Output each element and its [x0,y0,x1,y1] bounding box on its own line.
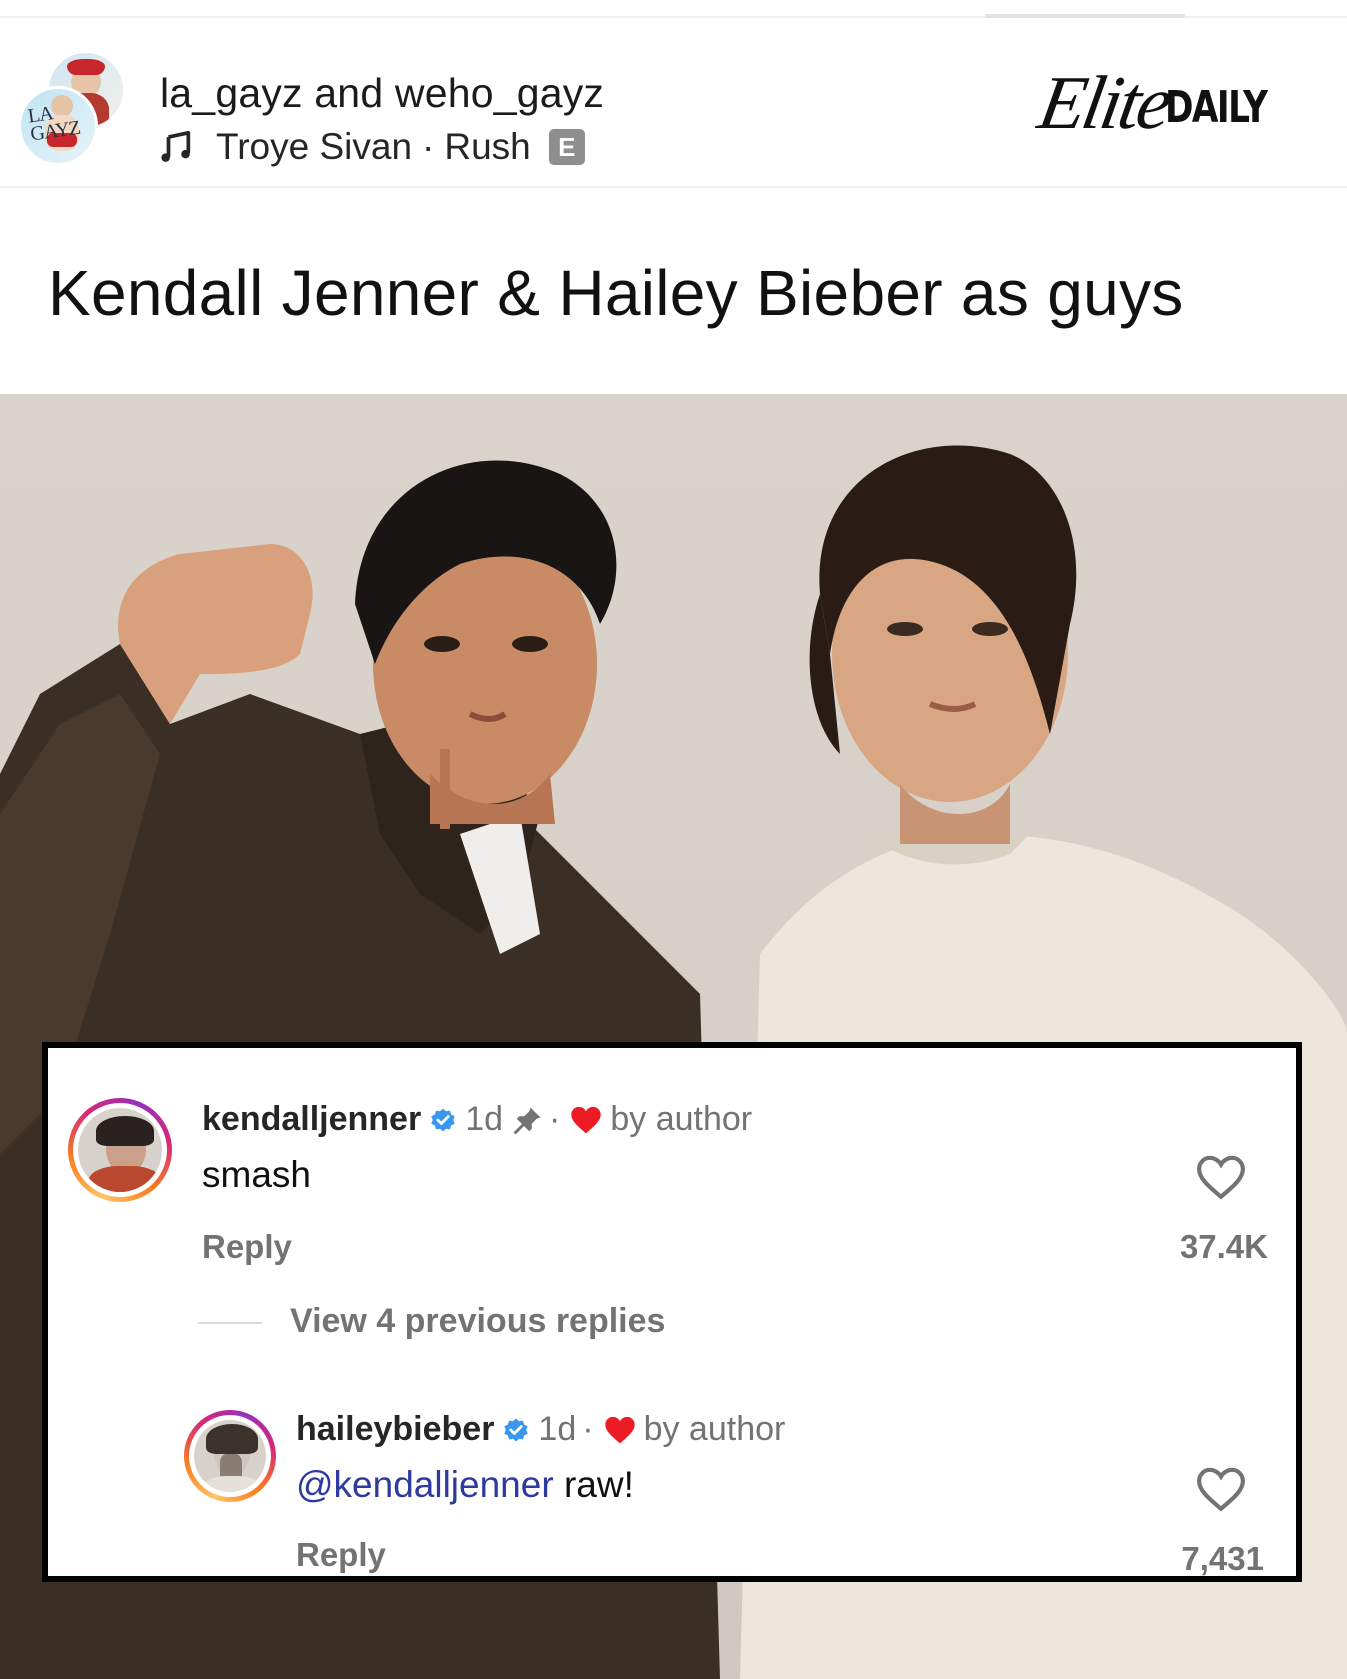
meta-separator: · [582,1410,594,1448]
audio-attribution[interactable]: Troye Sivan · Rush E [160,126,585,168]
reply-button[interactable]: Reply [202,1228,292,1266]
comment-time: 1d [465,1100,504,1138]
liked-by-author: by author [610,1100,753,1138]
post-header: LA GAYZ la_gayz and weho_gayz Troye Siva… [0,18,1347,188]
comment-thread-overlay: kendalljenner 1d · by author smash Reply… [42,1042,1302,1582]
audio-track: Rush [444,126,531,167]
view-previous-replies[interactable]: View 4 previous replies [290,1302,665,1341]
music-note-icon [161,130,191,162]
verified-icon [504,1418,529,1441]
audio-separator: · [422,126,435,167]
like-outline-icon[interactable] [1196,1154,1246,1200]
meta-separator: · [549,1100,561,1138]
avatar-logo-text: LA GAYZ [26,102,82,146]
liked-by-author: by author [643,1410,786,1448]
comment-body: raw! [553,1464,634,1505]
logo-daily-text: DAILY [1165,82,1268,133]
comment-text: smash [202,1154,311,1195]
post-caption: Kendall Jenner & Hailey Bieber as guys [48,257,1184,329]
collab-avatars[interactable]: LA GAYZ [18,50,128,166]
verified-icon [431,1108,455,1131]
comment-text: @kendalljenner raw! [296,1464,634,1506]
mention-link[interactable]: @kendalljenner [296,1464,554,1505]
post-account-names[interactable]: la_gayz and weho_gayz [160,70,604,117]
comment-meta-1: kendalljenner 1d · by author [202,1100,752,1139]
comment-username[interactable]: haileybieber [296,1410,494,1449]
reply-button[interactable]: Reply [296,1536,386,1574]
comment-meta-2: haileybieber 1d · by author [296,1410,785,1449]
heart-icon [604,1416,635,1443]
heart-icon [571,1106,602,1133]
pin-icon [514,1107,541,1134]
replies-divider [198,1322,262,1324]
like-count: 7,431 [1181,1540,1264,1577]
comment-time: 1d [538,1410,577,1448]
explicit-badge: E [548,129,585,165]
elite-daily-logo: Elite DAILY [1033,58,1295,145]
like-count: 37.4K [1179,1228,1268,1265]
comment-username[interactable]: kendalljenner [202,1100,421,1139]
comment-avatar-kendalljenner[interactable] [68,1098,172,1202]
logo-elite-text: Elite [1033,61,1177,145]
audio-artist: Troye Sivan [216,126,413,167]
avatar-la-gayz: LA GAYZ [18,86,98,166]
comment-avatar-haileybieber[interactable] [184,1410,276,1502]
like-outline-icon[interactable] [1196,1466,1246,1512]
